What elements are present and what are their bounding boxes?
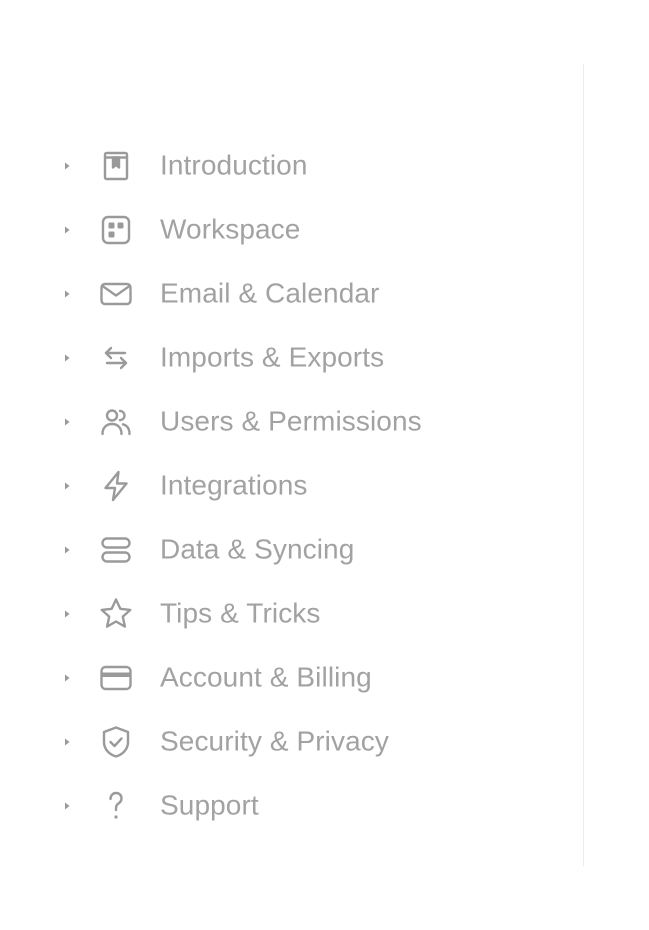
caret-right-icon[interactable]: [61, 480, 73, 492]
arrows-swap-icon: [97, 339, 135, 377]
sidebar-item-label: Users & Permissions: [160, 405, 422, 437]
caret-right-icon[interactable]: [61, 544, 73, 556]
caret-right-icon[interactable]: [61, 288, 73, 300]
caret-right-icon[interactable]: [61, 672, 73, 684]
sidebar-item-support[interactable]: Support: [0, 774, 583, 838]
caret-right-icon[interactable]: [61, 736, 73, 748]
sidebar-item-account-billing[interactable]: Account & Billing: [0, 646, 583, 710]
sidebar-item-label: Integrations: [160, 469, 308, 501]
sidebar-item-label: Imports & Exports: [160, 341, 385, 373]
sidebar-item-label: Tips & Tricks: [160, 597, 321, 629]
bookmark-book-icon: [97, 147, 135, 185]
sidebar-item-users-permissions[interactable]: Users & Permissions: [0, 390, 583, 454]
sidebar-item-label: Support: [160, 789, 259, 821]
lightning-icon: [97, 467, 135, 505]
sidebar-item-tips-tricks[interactable]: Tips & Tricks: [0, 582, 583, 646]
caret-right-icon[interactable]: [61, 416, 73, 428]
caret-right-icon[interactable]: [61, 608, 73, 620]
caret-right-icon[interactable]: [61, 352, 73, 364]
caret-right-icon[interactable]: [61, 160, 73, 172]
sidebar-item-integrations[interactable]: Integrations: [0, 454, 583, 518]
sidebar-divider: [583, 64, 584, 866]
sidebar-item-email-calendar[interactable]: Email & Calendar: [0, 262, 583, 326]
sidebar-item-data-syncing[interactable]: Data & Syncing: [0, 518, 583, 582]
users-icon: [97, 403, 135, 441]
dashboard-grid-icon: [97, 211, 135, 249]
sidebar-item-label: Workspace: [160, 213, 301, 245]
sidebar-item-label: Security & Privacy: [160, 725, 389, 757]
server-stack-icon: [97, 531, 135, 569]
sidebar-item-label: Data & Syncing: [160, 533, 355, 565]
sidebar-nav: Introduction Workspace Email & Calendar: [0, 134, 583, 838]
caret-right-icon[interactable]: [61, 800, 73, 812]
shield-check-icon: [97, 723, 135, 761]
credit-card-icon: [97, 659, 135, 697]
question-mark-icon: [97, 787, 135, 825]
caret-right-icon[interactable]: [61, 224, 73, 236]
sidebar-item-workspace[interactable]: Workspace: [0, 198, 583, 262]
star-icon: [97, 595, 135, 633]
sidebar-item-label: Email & Calendar: [160, 277, 380, 309]
sidebar-item-security-privacy[interactable]: Security & Privacy: [0, 710, 583, 774]
sidebar-item-introduction[interactable]: Introduction: [0, 134, 583, 198]
sidebar-item-label: Introduction: [160, 149, 308, 181]
sidebar-item-label: Account & Billing: [160, 661, 372, 693]
envelope-icon: [97, 275, 135, 313]
sidebar-item-imports-exports[interactable]: Imports & Exports: [0, 326, 583, 390]
